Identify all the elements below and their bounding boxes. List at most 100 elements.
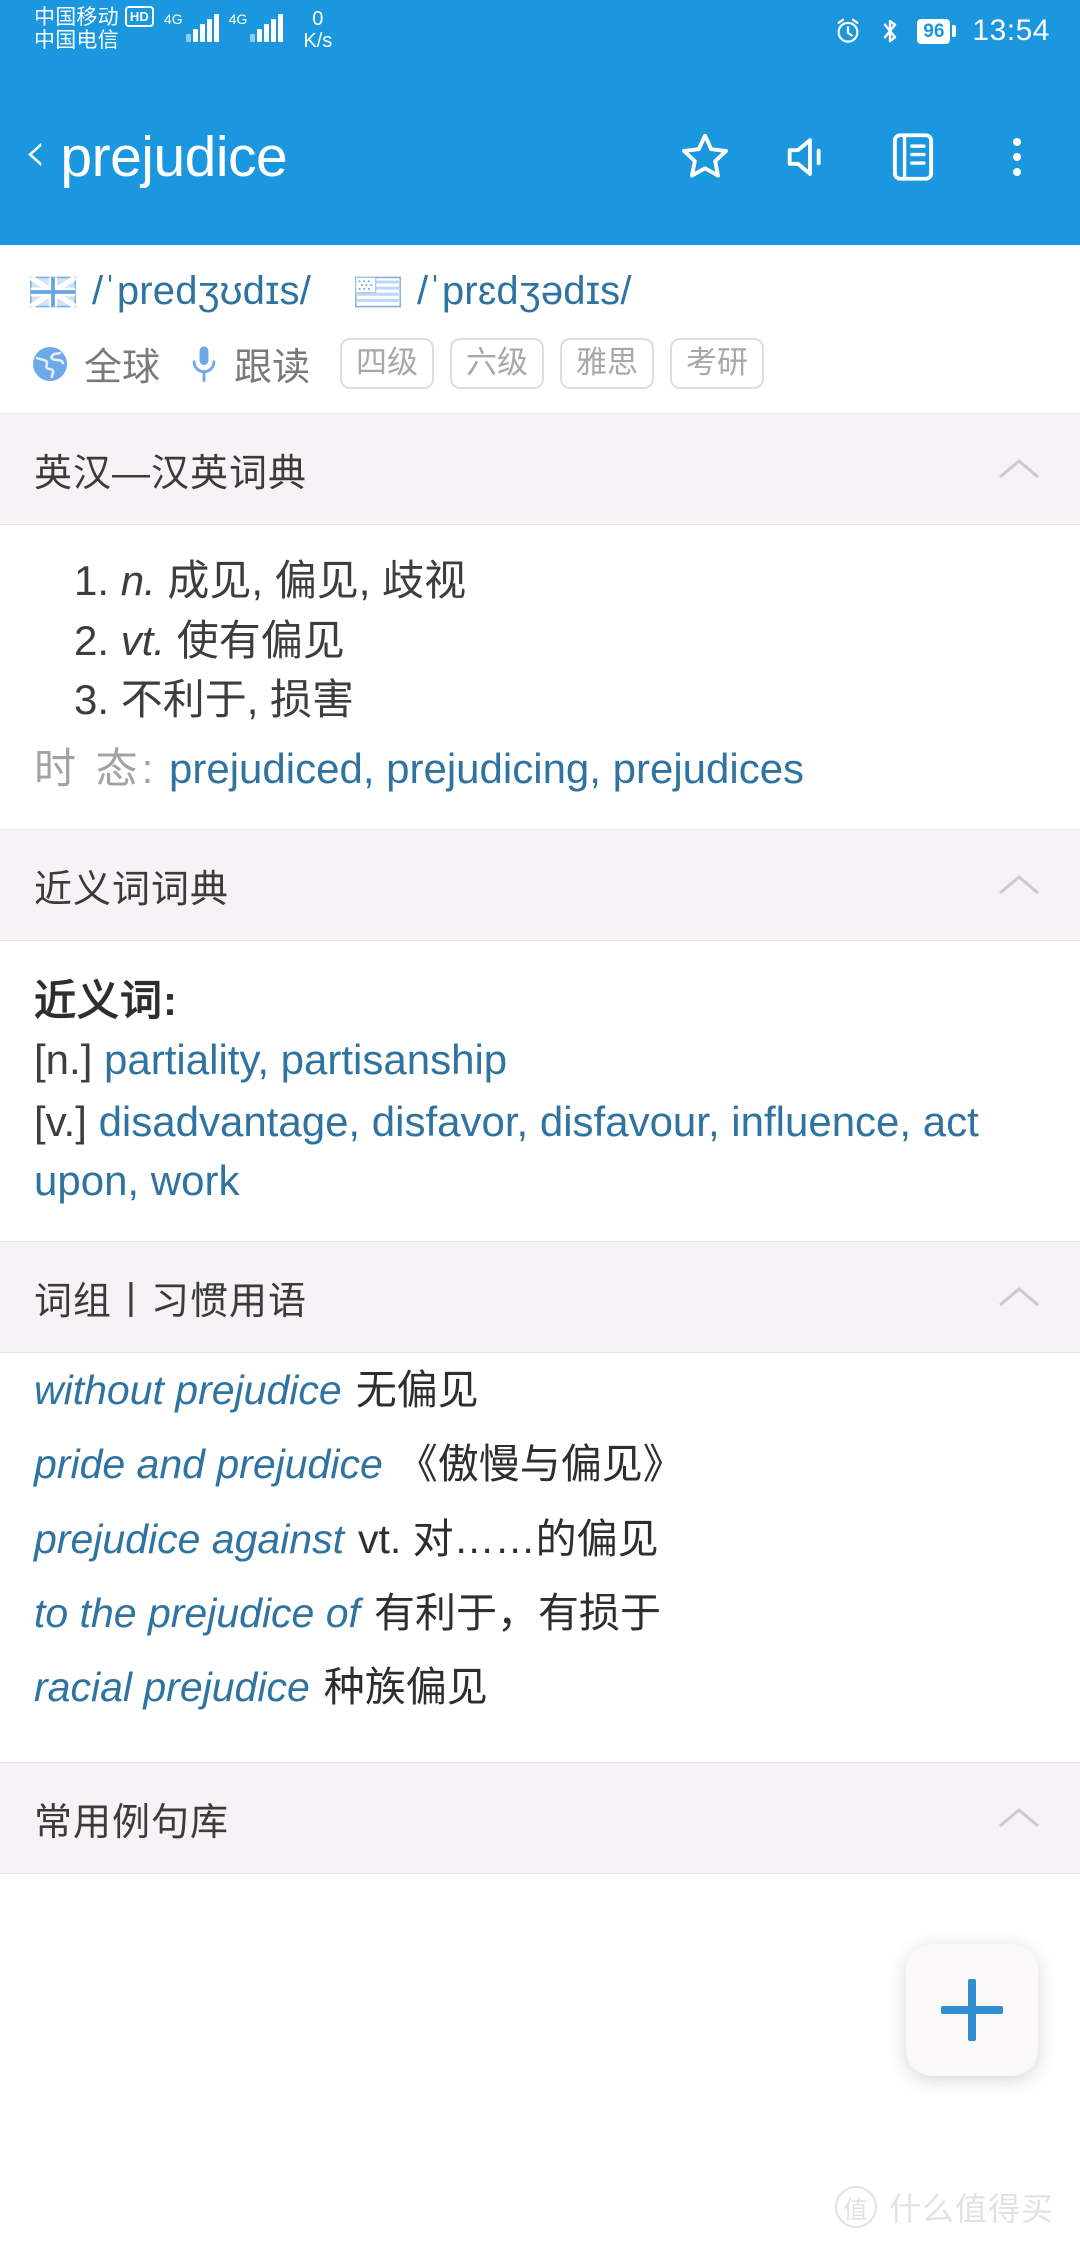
phrase-chinese: 种族偏见	[323, 1663, 488, 1710]
status-bar-left: 中国移动 HD 中国电信 4G 4G 0 K/s	[34, 6, 332, 52]
phrase-chinese: 无偏见	[355, 1367, 479, 1414]
definition-list: n. 成见, 偏见, 歧视 vt. 使有偏见 不利于, 损害	[34, 551, 1046, 730]
section-title: 常用例句库	[34, 1801, 230, 1844]
signal-bars-1	[185, 14, 219, 42]
uk-phonetic[interactable]: /ˈpredʒʊdɪs/	[92, 269, 311, 314]
definition-item: 不利于, 损害	[70, 670, 1046, 730]
battery-indicator: 96	[917, 18, 957, 44]
network-type-1: 4G	[164, 11, 183, 27]
section-title: 词组丨习惯用语	[34, 1280, 308, 1323]
tense-label: 时 态:	[34, 744, 158, 792]
carrier-names: 中国移动 HD 中国电信	[34, 6, 154, 52]
signal-group-2: 4G	[229, 12, 284, 42]
section-header-dictionary[interactable]: 英汉—汉英词典	[0, 413, 1080, 525]
signal-group-1: 4G	[164, 12, 219, 42]
battery-cap	[952, 25, 957, 37]
section-body-phrases: without prejudice 无偏见 pride and prejudice…	[0, 1353, 1080, 1763]
tense-value[interactable]: prejudiced, prejudicing, prejudices	[169, 745, 804, 792]
us-flag-icon	[355, 276, 402, 307]
exam-tag-postgrad[interactable]: 考研	[670, 337, 765, 390]
phrase-english: pride and prejudice	[34, 1441, 383, 1488]
section-header-phrases[interactable]: 词组丨习惯用语	[0, 1241, 1080, 1354]
synonym-words[interactable]: disadvantage, disfavor, disfavour, influ…	[34, 1098, 979, 1205]
battery-level: 96	[917, 18, 951, 44]
favorite-button[interactable]	[676, 128, 734, 186]
phrase-chinese: 有利于，有损于	[373, 1589, 661, 1636]
part-of-speech: n.	[120, 557, 156, 604]
tense-row: 时 态: prejudiced, prejudicing, prejudices	[34, 738, 1046, 799]
phrase-item[interactable]: prejudice against vt. 对……的偏见	[34, 1510, 1046, 1568]
watermark-text: 什么值得买	[888, 2191, 1054, 2227]
pronounce-button[interactable]	[780, 128, 838, 186]
phonetics-row: /ˈpredʒʊdɪs/ /ˈprɛdʒədɪs/	[30, 269, 1050, 314]
synonym-pos: [n.]	[34, 1036, 93, 1084]
word-head: /ˈpredʒʊdɪs/ /ˈprɛdʒədɪs/ 全球 跟读 四级 六级 雅思…	[0, 245, 1080, 413]
global-accent-label[interactable]: 全球	[84, 336, 160, 391]
synonym-words[interactable]: partiality, partisanship	[104, 1036, 507, 1083]
exam-tag-ielts[interactable]: 雅思	[560, 337, 655, 390]
carrier-2-label: 中国电信	[34, 28, 119, 52]
plus-icon	[941, 1979, 1003, 2041]
definition-item: vt. 使有偏见	[70, 611, 1046, 671]
carrier-1-row: 中国移动 HD	[34, 6, 154, 30]
phrase-item[interactable]: without prejudice 无偏见	[34, 1361, 1046, 1419]
phrase-english: without prejudice	[34, 1367, 342, 1414]
bluetooth-icon	[884, 19, 897, 43]
phrase-item[interactable]: pride and prejudice 《傲慢与偏见》	[34, 1435, 1046, 1493]
phrase-item[interactable]: to the prejudice of 有利于，有损于	[34, 1584, 1046, 1642]
microphone-icon	[192, 345, 216, 382]
back-button[interactable]: ‹	[14, 124, 56, 189]
globe-icon	[33, 346, 67, 381]
chevron-up-icon	[999, 459, 1039, 479]
carrier-1-label: 中国移动	[34, 6, 119, 29]
chevron-up-icon	[999, 875, 1039, 895]
network-speed-unit: K/s	[303, 30, 333, 52]
synonym-pos: [v.]	[34, 1097, 87, 1145]
alarm-icon	[837, 18, 859, 43]
chevron-up-icon	[999, 1808, 1039, 1828]
watermark: 值 什么值得买	[834, 2184, 1054, 2230]
notes-icon	[892, 132, 934, 181]
chevron-up-icon	[999, 1287, 1039, 1307]
favorite-star-icon	[682, 133, 728, 178]
network-type-2: 4G	[228, 11, 248, 27]
exam-tag-list: 四级 六级 雅思 考研	[340, 337, 765, 390]
us-phonetic[interactable]: /ˈprɛdʒədɪs/	[417, 269, 632, 314]
page-title: prejudice	[60, 124, 288, 189]
definition-text: 使有偏见	[176, 616, 345, 664]
more-options-button[interactable]	[988, 128, 1046, 186]
status-bar: 中国移动 HD 中国电信 4G 4G 0 K/s 96 13:54	[0, 0, 1080, 68]
synonym-group-noun: [n.] partiality, partisanship	[34, 1030, 1046, 1090]
part-of-speech: vt.	[120, 616, 166, 664]
hd-badge: HD	[124, 6, 154, 27]
synonyms-heading: 近义词:	[34, 977, 178, 1025]
notes-button[interactable]	[884, 128, 942, 186]
definition-item: n. 成见, 偏见, 歧视	[70, 551, 1046, 611]
word-meta-row: 全球 跟读 四级 六级 雅思 考研	[30, 336, 1050, 391]
app-bar-actions	[676, 128, 1052, 186]
phrase-chinese: 《傲慢与偏见》	[396, 1441, 684, 1488]
add-button[interactable]	[906, 1944, 1038, 2076]
phrase-item[interactable]: racial prejudice 种族偏见	[34, 1658, 1046, 1716]
phone-screen: 中国移动 HD 中国电信 4G 4G 0 K/s 96 13:54 ‹ prej…	[0, 0, 1080, 2244]
section-title: 英汉—汉英词典	[34, 452, 308, 495]
uk-flag-icon	[30, 275, 76, 308]
phrase-english: racial prejudice	[34, 1663, 310, 1710]
synonym-group-verb: [v.] disadvantage, disfavor, disfavour, …	[34, 1092, 1046, 1211]
more-options-icon	[1013, 137, 1021, 176]
exam-tag-cet6[interactable]: 六级	[450, 337, 545, 390]
section-header-synonyms[interactable]: 近义词词典	[0, 829, 1080, 942]
exam-tag-cet4[interactable]: 四级	[340, 337, 435, 390]
section-body-synonyms: 近义词: [n.] partiality, partisanship [v.] …	[0, 941, 1080, 1242]
definition-text: 不利于, 损害	[120, 676, 355, 724]
signal-bars-2	[250, 14, 284, 42]
status-bar-clock: 13:54	[972, 14, 1050, 47]
follow-read-label[interactable]: 跟读	[234, 336, 310, 391]
definition-text: 成见, 偏见, 歧视	[167, 557, 467, 604]
section-title: 近义词词典	[34, 868, 230, 911]
section-body-dictionary: n. 成见, 偏见, 歧视 vt. 使有偏见 不利于, 损害 时 态: prej…	[0, 525, 1080, 830]
speaker-icon	[787, 137, 821, 176]
network-speed: 0 K/s	[303, 8, 332, 52]
network-speed-value: 0	[312, 8, 324, 30]
section-header-examples[interactable]: 常用例句库	[0, 1762, 1080, 1875]
